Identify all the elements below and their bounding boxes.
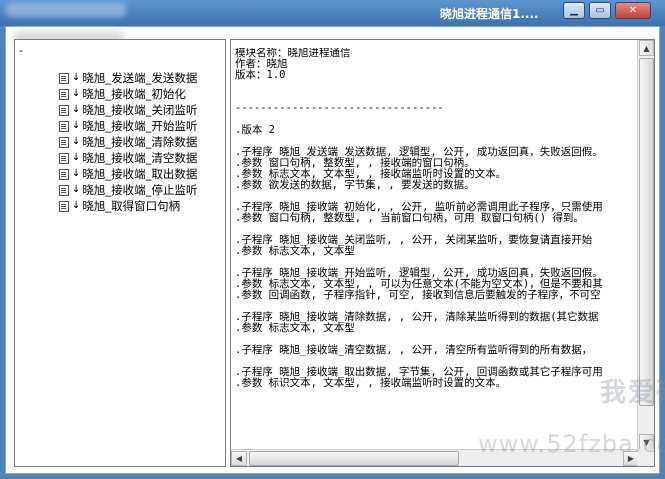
down-arrow-icon: ↓	[72, 72, 81, 83]
down-arrow-icon: ↓	[72, 184, 81, 195]
text-line: 版本：1.0	[235, 69, 286, 81]
tree-root-toggle[interactable]: -	[19, 44, 23, 57]
text-line	[235, 81, 639, 92]
text-line: .参数 标识文本, 文本型, , 接收端监听时设置的文本。	[235, 377, 507, 389]
tree-item[interactable]: ↓ 晓旭_接收端_初始化	[59, 86, 197, 102]
document-icon	[59, 200, 69, 212]
vertical-scroll-thumb[interactable]	[639, 58, 654, 406]
text-line: 模块名称：晓旭进程通信	[235, 48, 351, 59]
document-icon	[59, 136, 69, 148]
down-arrow-icon: ↓	[72, 136, 81, 147]
down-arrow-icon: ↓	[72, 168, 81, 179]
text-line: .参数 窗口句柄, 整数型, , 当前窗口句柄，可用 取窗口句柄() 得到。	[235, 212, 584, 224]
title-bar: 晓旭进程通信1.... ▁ ▭ ✕	[0, 0, 665, 26]
down-arrow-icon: ↓	[72, 120, 81, 131]
text-line: .子程序 晓旭_接收端_清空数据, , 公开, 清空所有监听得到的所有数据，	[235, 344, 593, 356]
close-button[interactable]: ✕	[615, 2, 651, 19]
function-tree[interactable]: - ↓ 晓旭_发送端_发送数据 ↓ 晓旭_接收端_初始化 ↓ 晓旭_接收端_关闭监听 ↓ 晓旭…	[14, 39, 226, 467]
text-line: .参数 欲发送的数据, 字节集, , 要发送的数据。	[235, 179, 475, 191]
tree-item-label: 晓旭_接收端_停止监听	[82, 183, 198, 197]
tree-item-label: 晓旭_发送端_发送数据	[82, 71, 198, 85]
source-text[interactable]: 模块名称：晓旭进程通信 作者：晓旭 版本：1.0 ------------------…	[235, 48, 639, 444]
down-arrow-icon: ↓	[72, 88, 81, 99]
text-line	[235, 114, 639, 125]
tree-item-label: 晓旭_接收端_取出数据	[82, 167, 198, 181]
document-icon	[59, 72, 69, 84]
window-title: 晓旭进程通信1....	[440, 7, 539, 21]
tree-item[interactable]: ↓ 晓旭_接收端_清除数据	[59, 134, 197, 150]
tree-item-label: 晓旭_接收端_清空数据	[82, 151, 198, 165]
text-line: ---------------------------------	[235, 102, 444, 114]
maximize-button[interactable]: ▭	[589, 2, 611, 19]
app-icon-blurred	[6, 3, 126, 17]
text-line: .参数 标志文本, 文本型	[235, 245, 355, 257]
scroll-up-button[interactable]: ▲	[639, 40, 654, 56]
tree-item[interactable]: ↓ 晓旭_接收端_开始监听	[59, 118, 197, 134]
source-text-panel[interactable]: 模块名称：晓旭进程通信 作者：晓旭 版本：1.0 ------------------…	[230, 39, 655, 467]
down-arrow-icon: ↓	[72, 104, 81, 115]
tree-item[interactable]: ↓ 晓旭_发送端_发送数据	[59, 70, 197, 86]
client-area: - ↓ 晓旭_发送端_发送数据 ↓ 晓旭_接收端_初始化 ↓ 晓旭_接收端_关闭监听 ↓ 晓旭…	[5, 26, 660, 474]
down-arrow-icon: ↓	[72, 200, 81, 211]
tree-item[interactable]: ↓ 晓旭_接收端_关闭监听	[59, 102, 197, 118]
document-icon	[59, 184, 69, 196]
document-icon	[59, 88, 69, 100]
tree-list: ↓ 晓旭_发送端_发送数据 ↓ 晓旭_接收端_初始化 ↓ 晓旭_接收端_关闭监听 ↓ 晓旭_接…	[59, 70, 197, 214]
tree-item-label: 晓旭_接收端_开始监听	[82, 119, 198, 133]
tree-item-label: 晓旭_取得窗口句柄	[82, 199, 181, 213]
tree-item-label: 晓旭_接收端_关闭监听	[82, 103, 198, 117]
scroll-left-button[interactable]: ◀	[231, 451, 247, 466]
watermark-text: 我爱破解网	[600, 378, 665, 408]
down-arrow-icon: ↓	[72, 152, 81, 163]
document-icon	[59, 168, 69, 180]
text-line: .版本 2	[235, 124, 275, 136]
text-line: .参数 标志文本, 文本型	[235, 322, 355, 334]
document-icon	[59, 104, 69, 116]
tree-item[interactable]: ↓ 晓旭_接收端_停止监听	[59, 182, 197, 198]
minimize-button[interactable]: ▁	[563, 2, 585, 19]
horizontal-scroll-thumb[interactable]	[249, 451, 459, 466]
tree-item-label: 晓旭_接收端_初始化	[82, 87, 186, 101]
tree-item[interactable]: ↓ 晓旭_取得窗口句柄	[59, 198, 197, 214]
tree-item[interactable]: ↓ 晓旭_接收端_清空数据	[59, 150, 197, 166]
text-line: 作者：晓旭	[235, 58, 288, 70]
tree-item[interactable]: ↓ 晓旭_接收端_取出数据	[59, 166, 197, 182]
document-icon	[59, 152, 69, 164]
app-window: 晓旭进程通信1.... ▁ ▭ ✕ - ↓ 晓旭_发送端_发送数据 ↓ 晓旭_接收端_…	[0, 0, 665, 479]
text-line: .参数 回调函数, 子程序指针, 可空, 接收到信息后要触发的子程序，不可空	[235, 289, 601, 301]
document-icon	[59, 120, 69, 132]
watermark-url: www.52fzba.com	[478, 430, 665, 458]
tree-item-label: 晓旭_接收端_清除数据	[82, 135, 198, 149]
